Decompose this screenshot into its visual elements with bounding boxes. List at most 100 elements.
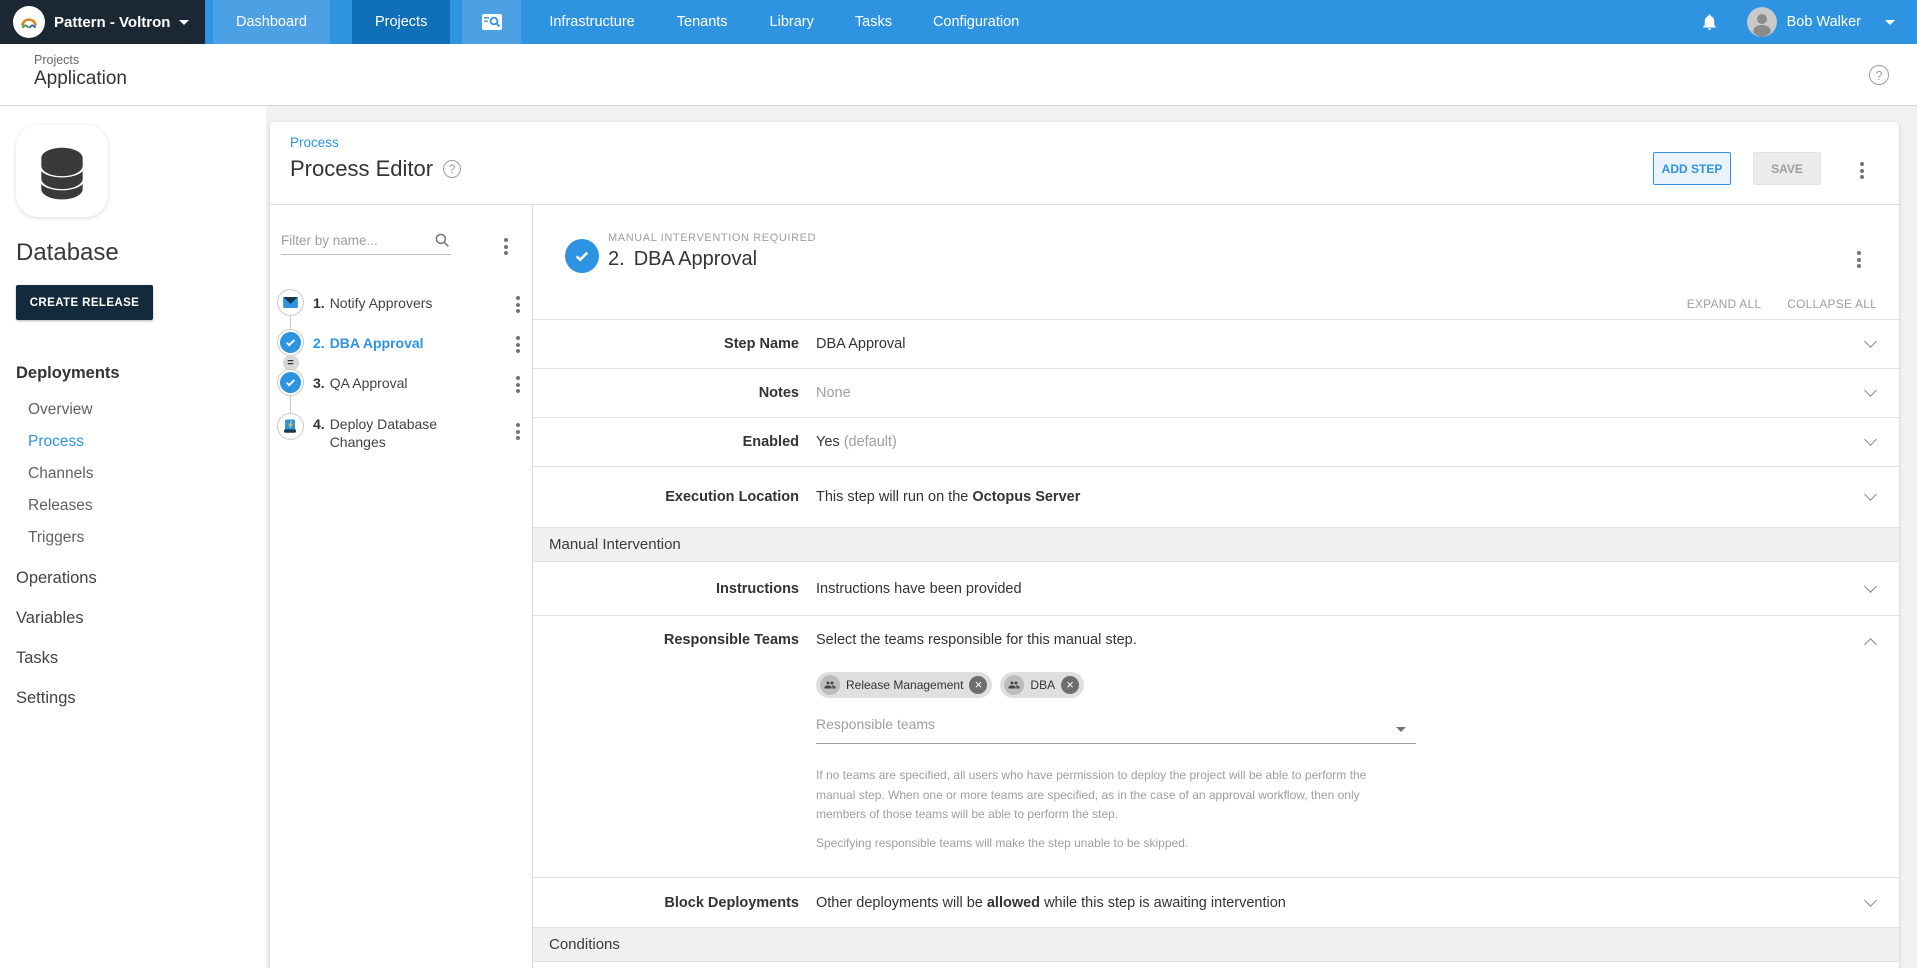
primary-nav: Dashboard Projects Infrastructure Tenant… bbox=[205, 0, 1035, 44]
row-partial bbox=[533, 961, 1899, 968]
sidebar-group-deployments[interactable]: Deployments bbox=[16, 364, 251, 384]
step-number: 2. bbox=[608, 248, 625, 270]
step-item-notify-approvers[interactable]: 1. Notify Approvers bbox=[270, 289, 532, 317]
sidebar-group-variables[interactable]: Variables bbox=[16, 609, 251, 629]
field-label: Instructions bbox=[716, 580, 799, 597]
process-breadcrumb-link[interactable]: Process bbox=[290, 135, 339, 150]
responsible-teams-select[interactable]: Responsible teams bbox=[816, 716, 1416, 744]
chevron-down-icon[interactable] bbox=[1864, 893, 1877, 907]
team-chip-release-management[interactable]: Release Management × bbox=[816, 672, 993, 698]
sidebar-group-tasks[interactable]: Tasks bbox=[16, 649, 251, 669]
chevron-down-icon[interactable] bbox=[1885, 19, 1895, 25]
field-value: Other deployments will be allowed while … bbox=[816, 894, 1286, 911]
collapse-all-link[interactable]: COLLAPSE ALL bbox=[1787, 297, 1877, 311]
save-button[interactable]: SAVE bbox=[1753, 152, 1821, 185]
chevron-down-icon[interactable] bbox=[1864, 488, 1877, 501]
section-manual-intervention: Manual Intervention bbox=[533, 527, 1899, 561]
row-step-name[interactable]: Step Name DBA Approval bbox=[533, 319, 1899, 368]
field-label: Step Name bbox=[724, 336, 799, 352]
search-icon bbox=[433, 231, 451, 249]
field-label: Responsible Teams bbox=[663, 632, 799, 648]
search-icon bbox=[481, 13, 503, 31]
sidebar-item-process[interactable]: Process bbox=[28, 433, 251, 453]
overflow-menu-icon[interactable] bbox=[514, 294, 522, 315]
step-name: Deploy Database Changes bbox=[329, 416, 438, 450]
row-instructions[interactable]: Instructions Instructions have been prov… bbox=[533, 561, 1899, 615]
step-number: 3. bbox=[313, 375, 325, 391]
sidebar-item-channels[interactable]: Channels bbox=[28, 465, 251, 485]
field-value: None bbox=[816, 385, 851, 401]
step-item-dba-approval[interactable]: 2. DBA Approval bbox=[270, 329, 532, 357]
sidebar-item-overview[interactable]: Overview bbox=[28, 401, 251, 421]
nav-tasks[interactable]: Tasks bbox=[839, 0, 908, 44]
email-icon bbox=[277, 289, 304, 316]
sidebar-group-operations[interactable]: Operations bbox=[16, 569, 251, 589]
help-icon[interactable] bbox=[1869, 65, 1889, 85]
overflow-menu-icon[interactable] bbox=[1858, 160, 1866, 181]
overflow-menu-icon[interactable] bbox=[1855, 249, 1863, 270]
team-chips: Release Management × DBA × bbox=[816, 672, 1416, 698]
select-placeholder: Responsible teams bbox=[816, 716, 936, 732]
breadcrumb[interactable]: Projects bbox=[34, 44, 1917, 67]
step-name: DBA Approval bbox=[633, 248, 758, 270]
nav-configuration[interactable]: Configuration bbox=[917, 0, 1035, 44]
overflow-menu-icon[interactable] bbox=[502, 236, 510, 257]
create-release-button[interactable]: CREATE RELEASE bbox=[16, 285, 153, 320]
field-description: Select the teams responsible for this ma… bbox=[816, 632, 1137, 648]
filter-by-name-input[interactable] bbox=[281, 232, 433, 248]
user-avatar[interactable] bbox=[1746, 7, 1777, 37]
database-icon bbox=[31, 140, 93, 202]
project-logo bbox=[16, 125, 108, 217]
row-responsible-teams: Responsible Teams Select the teams respo… bbox=[533, 615, 1899, 877]
step-item-qa-approval[interactable]: 3. QA Approval bbox=[270, 369, 532, 397]
step-item-deploy-database-changes[interactable]: 4. Deploy Database Changes bbox=[270, 413, 532, 453]
check-circle-icon bbox=[277, 369, 304, 396]
field-value: DBA Approval bbox=[816, 336, 906, 352]
nav-library[interactable]: Library bbox=[754, 0, 830, 44]
filter-field bbox=[281, 231, 451, 255]
nav-dashboard[interactable]: Dashboard bbox=[213, 0, 330, 44]
top-nav-right: Bob Walker bbox=[1700, 0, 1917, 44]
chevron-down-icon[interactable] bbox=[1864, 433, 1877, 446]
overflow-menu-icon[interactable] bbox=[514, 334, 522, 355]
step-list-panel: 1.Notify Approvers 2.DBA Approval = bbox=[270, 205, 533, 968]
nav-search-button[interactable] bbox=[462, 0, 522, 44]
card-header: Process Process Editor ADD STEP SAVE bbox=[270, 122, 1899, 205]
row-execution-location[interactable]: Execution Location This step will run on… bbox=[533, 466, 1899, 527]
step-detail-header: MANUAL INTERVENTION REQUIRED 2. DBA Appr… bbox=[533, 205, 1899, 319]
chevron-down-icon[interactable] bbox=[1864, 335, 1877, 348]
chevron-up-icon[interactable] bbox=[1864, 638, 1877, 651]
field-label: Execution Location bbox=[665, 489, 799, 505]
sidebar-item-releases[interactable]: Releases bbox=[28, 497, 251, 517]
process-editor-card: Process Process Editor ADD STEP SAVE bbox=[270, 122, 1899, 968]
expand-all-link[interactable]: EXPAND ALL bbox=[1687, 297, 1761, 311]
remove-chip-icon[interactable]: × bbox=[969, 676, 988, 694]
chevron-down-icon[interactable] bbox=[1864, 579, 1877, 593]
overflow-menu-icon[interactable] bbox=[514, 421, 522, 442]
add-step-button[interactable]: ADD STEP bbox=[1653, 152, 1731, 185]
nav-projects[interactable]: Projects bbox=[351, 0, 451, 44]
field-label: Notes bbox=[758, 385, 799, 401]
chip-label: DBA bbox=[1030, 678, 1056, 692]
space-switcher[interactable]: Pattern - Voltron bbox=[0, 0, 205, 44]
row-block-deployments[interactable]: Block Deployments Other deployments will… bbox=[533, 877, 1899, 927]
overflow-menu-icon[interactable] bbox=[514, 374, 522, 395]
field-label: Block Deployments bbox=[664, 894, 799, 911]
row-notes[interactable]: Notes None bbox=[533, 368, 1899, 417]
people-icon bbox=[1004, 675, 1025, 695]
help-icon[interactable] bbox=[443, 160, 462, 178]
remove-chip-icon[interactable]: × bbox=[1061, 676, 1080, 694]
nav-infrastructure[interactable]: Infrastructure bbox=[533, 0, 650, 44]
chevron-down-icon[interactable] bbox=[1864, 384, 1877, 397]
sidebar-item-triggers[interactable]: Triggers bbox=[28, 529, 251, 549]
sidebar-group-settings[interactable]: Settings bbox=[16, 689, 251, 709]
step-type-kicker: MANUAL INTERVENTION REQUIRED bbox=[608, 232, 817, 244]
page-title: Application bbox=[34, 68, 127, 89]
row-enabled[interactable]: Enabled Yes (default) bbox=[533, 417, 1899, 466]
content-area: Database CREATE RELEASE Deployments Over… bbox=[0, 106, 1917, 968]
user-name[interactable]: Bob Walker bbox=[1787, 14, 1861, 30]
step-number: 1. bbox=[313, 295, 325, 311]
team-chip-dba[interactable]: DBA × bbox=[1000, 672, 1085, 698]
notifications-bell-icon[interactable] bbox=[1700, 12, 1719, 32]
nav-tenants[interactable]: Tenants bbox=[661, 0, 744, 44]
